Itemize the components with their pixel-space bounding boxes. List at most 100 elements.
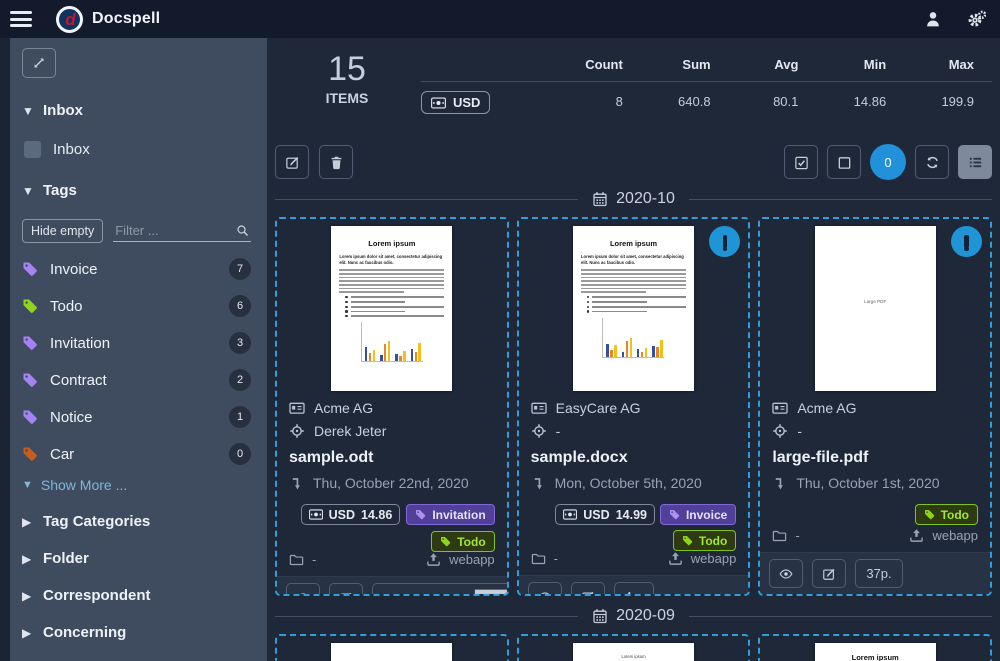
source-name: webapp (932, 528, 978, 543)
show-more-tags[interactable]: ▼ Show More ... (22, 477, 251, 493)
stats-value-sum: 640.8 (641, 82, 729, 114)
document-thumbnail[interactable]: Lorem ipsum Lorem ipsum dolor sit amet, … (815, 643, 936, 661)
tag-badge-todo[interactable]: Todo (915, 504, 978, 525)
item-card-large-file-pdf[interactable]: Large PDF Acme AG - large-file.pdf (758, 217, 992, 596)
items-label: ITEMS (287, 90, 407, 106)
item-name[interactable]: sample.docx (531, 449, 737, 467)
edit-item-button[interactable] (329, 583, 363, 596)
edit-icon (285, 155, 300, 170)
money-bill-icon (563, 509, 577, 520)
tag-filter-input[interactable] (113, 220, 251, 242)
thumb-title: Lorem ipsum (581, 239, 686, 248)
sidebar-section-tag-categories[interactable]: ▶ Tag Categories (22, 513, 251, 530)
edit-selected-button[interactable] (275, 145, 309, 179)
thumb-caption: Lorem ipsum (581, 654, 686, 659)
tag-item-notice[interactable]: Notice 1 (22, 406, 251, 428)
correspondent-name: Acme AG (314, 400, 373, 416)
settings-gears-icon[interactable] (968, 10, 986, 28)
folder-name: - (795, 528, 799, 543)
tag-item-contract[interactable]: Contract 2 (22, 369, 251, 391)
document-thumbnail[interactable]: Lorem ipsum Lorem ipsum dolor sit amet, … (331, 226, 452, 391)
select-all-button[interactable] (784, 145, 818, 179)
document-thumbnail[interactable]: Lorem ipsum Lorem ipsum dolor sit amet, … (573, 643, 694, 661)
month-group-title: 2020-10 (616, 190, 675, 208)
month-group-header: 2020-09 (275, 607, 992, 625)
item-card[interactable]: Lorem ipsum Lorem ipsum dolor sit amet, … (758, 634, 992, 661)
tag-item-invitation[interactable]: Invitation 3 (22, 332, 251, 354)
chevron-down-icon: ▼ (22, 185, 32, 197)
attachment-pages-label: 37p. (855, 559, 902, 588)
tag-badge-todo[interactable]: Todo (673, 530, 736, 551)
thumb-title: Lorem ipsum (339, 239, 444, 248)
document-thumbnail[interactable]: Lorem ipsum Lorem ipsum dolor sit amet, … (573, 226, 694, 391)
edit-item-button[interactable] (812, 559, 846, 588)
edit-item-button[interactable] (571, 582, 605, 596)
upload-icon (909, 528, 924, 543)
item-date-row: Thu, October 1st, 2020 (772, 475, 978, 491)
item-name[interactable]: sample.odt (289, 449, 495, 467)
tag-icon (669, 509, 680, 520)
sidebar-section-inbox[interactable]: ▼ Inbox (22, 102, 251, 119)
delete-selected-button[interactable] (319, 145, 353, 179)
tag-item-todo[interactable]: Todo 6 (22, 295, 251, 317)
tag-count-badge: 7 (229, 258, 251, 280)
sidebar-expand-button[interactable] (22, 48, 56, 78)
inbox-header-label: Inbox (43, 102, 83, 119)
eye-icon (779, 567, 793, 581)
deselect-all-button[interactable] (827, 145, 861, 179)
item-card-sample-odt[interactable]: Lorem ipsum Lorem ipsum dolor sit amet, … (275, 217, 509, 596)
refresh-button[interactable] (915, 145, 949, 179)
thumb-lead: Lorem ipsum dolor sit amet, consectetur … (339, 254, 444, 265)
thumb-bar-chart (361, 322, 423, 362)
crosshairs-icon (772, 423, 788, 439)
inbox-checkbox-row[interactable]: Inbox (24, 141, 251, 158)
document-thumbnail[interactable]: Keywords in PDF (331, 643, 452, 661)
hide-empty-button[interactable]: Hide empty (22, 219, 103, 243)
tag-badge-label: Todo (699, 534, 727, 548)
attachment-pager[interactable]: 1/2, 4p. (372, 583, 509, 596)
inbox-checkbox-label: Inbox (53, 141, 90, 158)
document-thumbnail[interactable]: Large PDF (815, 226, 936, 391)
chevron-right-icon: ▶ (22, 553, 30, 565)
tag-item-car[interactable]: Car 0 (22, 443, 251, 465)
sidebar-section-folder[interactable]: ▶ Folder (22, 550, 251, 567)
tag-badge-label: Todo (941, 508, 969, 522)
tag-badge-invoice[interactable]: Invoice (660, 504, 736, 525)
item-card-sample-docx[interactable]: Lorem ipsum Lorem ipsum dolor sit amet, … (517, 217, 751, 596)
tag-badge-label: Invoice (686, 508, 727, 522)
item-card[interactable]: Lorem ipsum Lorem ipsum dolor sit amet, … (517, 634, 751, 661)
sidebar-section-correspondent[interactable]: ▶ Correspondent (22, 587, 251, 604)
currency-label: USD (453, 95, 480, 110)
preview-button[interactable] (769, 559, 803, 588)
tag-label: Invoice (50, 261, 98, 278)
sync-icon (925, 155, 940, 170)
next-attachment-icon[interactable] (373, 584, 509, 596)
tag-label: Invitation (50, 335, 110, 352)
item-card[interactable]: Keywords in PDF (275, 634, 509, 661)
stats-header-avg: Avg (729, 52, 817, 82)
list-view-toggle-button[interactable] (958, 145, 992, 179)
section-label: Tag Categories (43, 513, 150, 530)
stats-value-count: 8 (553, 82, 641, 114)
preview-button[interactable] (528, 582, 562, 596)
stats-value-avg: 80.1 (729, 82, 817, 114)
tag-icon (22, 298, 38, 314)
preview-button[interactable] (286, 583, 320, 596)
crosshairs-icon (531, 423, 547, 439)
sidebar-section-tags[interactable]: ▼ Tags (22, 182, 251, 199)
currency-chip: USD (421, 91, 490, 114)
item-date-row: Mon, October 5th, 2020 (531, 475, 737, 491)
calendar-icon (592, 608, 608, 624)
user-account-icon[interactable] (924, 10, 942, 28)
chevron-down-icon: ▼ (22, 480, 33, 491)
folder-indicator: - (772, 528, 799, 543)
arrow-right-icon (383, 523, 509, 597)
inbox-checkbox[interactable] (24, 141, 41, 158)
tag-item-invoice[interactable]: Invoice 7 (22, 258, 251, 280)
hamburger-menu-icon[interactable] (10, 11, 32, 27)
search-stats: 15 ITEMS Count Sum Avg Min Max USD (275, 52, 992, 114)
item-date: Thu, October 22nd, 2020 (313, 475, 469, 491)
item-name[interactable]: large-file.pdf (772, 449, 978, 467)
sidebar-section-concerning[interactable]: ▶ Concerning (22, 624, 251, 641)
thumb-caption: Large PDF (815, 299, 936, 304)
